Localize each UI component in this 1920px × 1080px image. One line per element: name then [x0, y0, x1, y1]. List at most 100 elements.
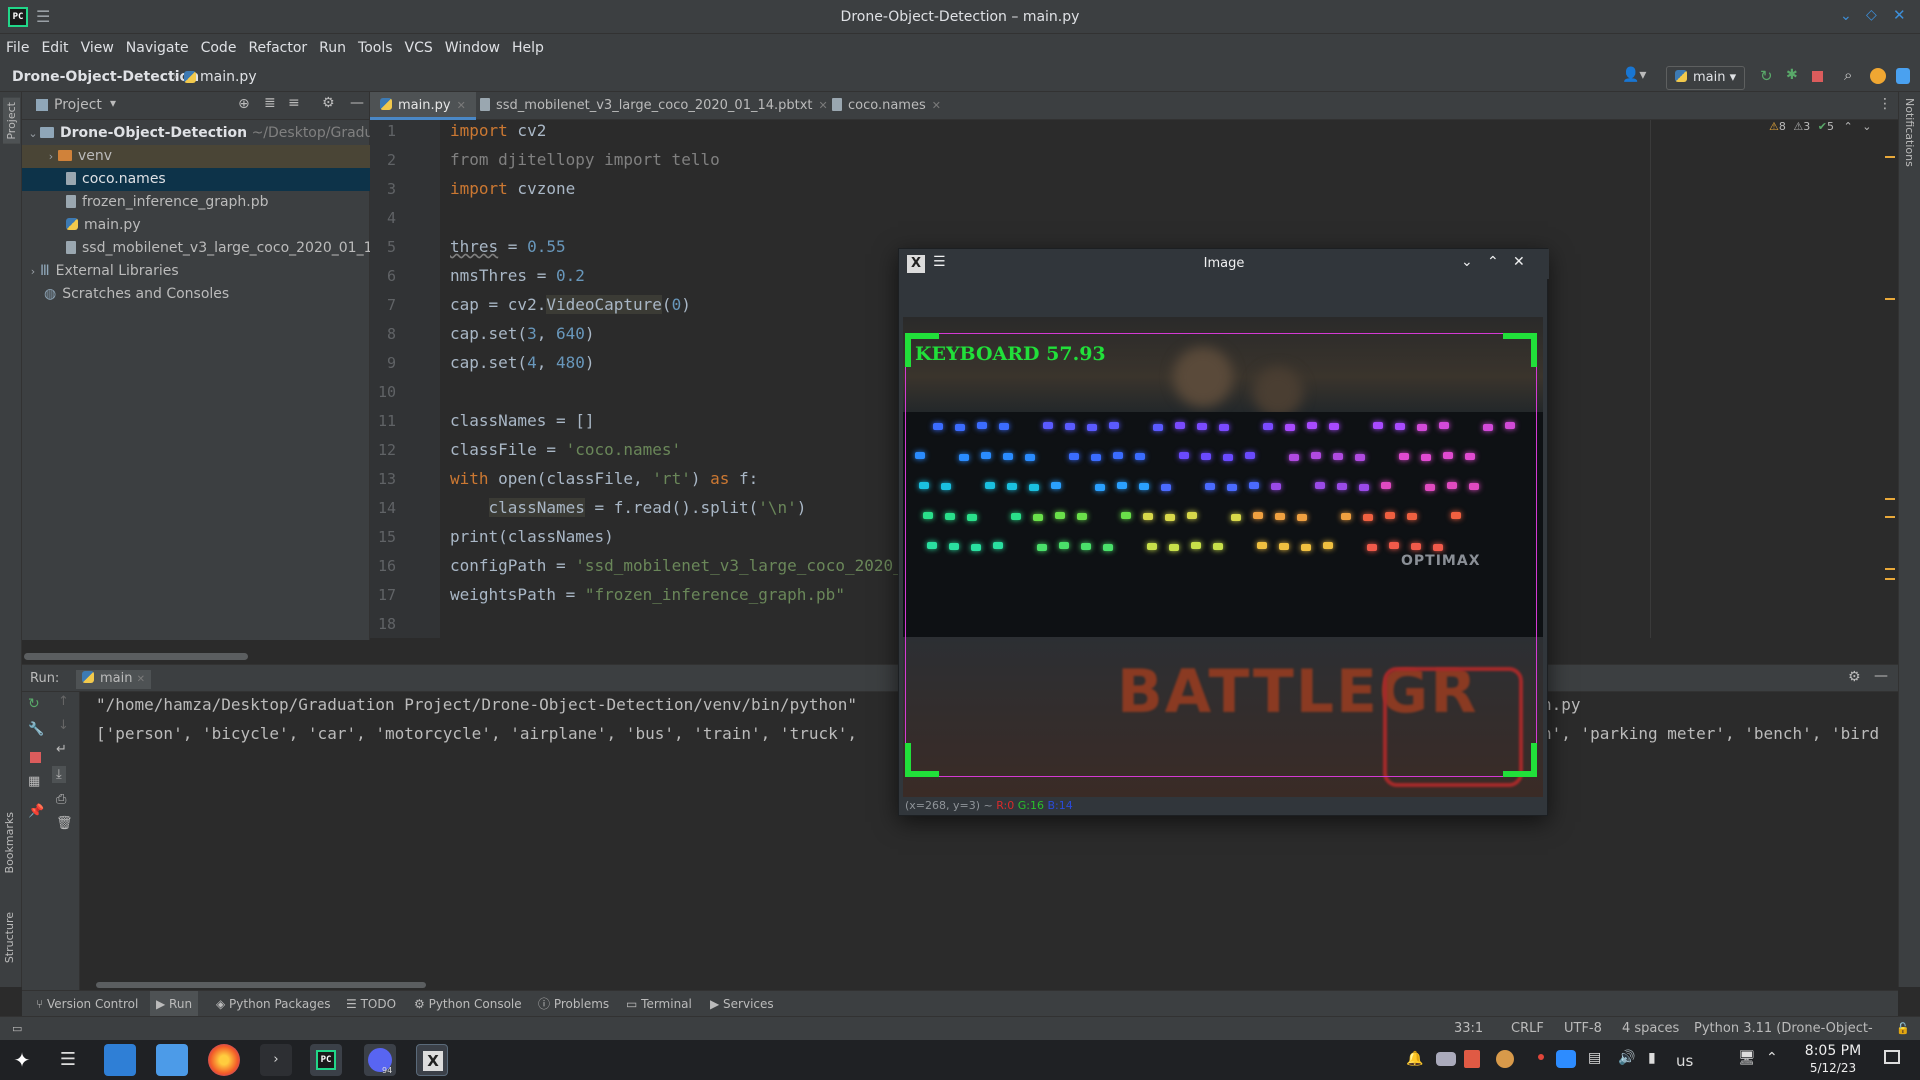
- layout-icon[interactable]: ▭: [12, 1017, 22, 1041]
- close-icon[interactable]: ✕: [1513, 254, 1525, 270]
- app-launcher-icon[interactable]: ✦: [6, 1044, 38, 1076]
- inspection-widget[interactable]: ⚠8 ⚠3 ✔5 ⌃ ⌄: [1769, 120, 1871, 133]
- system-settings-icon[interactable]: ☰: [52, 1044, 84, 1076]
- tree-item-coco-names[interactable]: coco.names: [22, 168, 370, 191]
- pycharm-taskbar-icon[interactable]: PC: [310, 1044, 342, 1076]
- notifications-icon[interactable]: 🔔: [1406, 1051, 1423, 1067]
- breadcrumb-file[interactable]: main.py: [200, 62, 257, 92]
- close-tab-icon[interactable]: ✕: [457, 99, 466, 112]
- menu-edit[interactable]: Edit: [35, 34, 74, 62]
- gear-icon[interactable]: ⚙: [1848, 669, 1861, 685]
- network-icon[interactable]: 🖥: [1738, 1050, 1756, 1066]
- status-position[interactable]: 33:1: [1454, 1017, 1483, 1041]
- structure-tool-tab[interactable]: Structure: [3, 912, 16, 963]
- horizontal-scrollbar[interactable]: [96, 982, 426, 988]
- menu-refactor[interactable]: Refactor: [242, 34, 313, 62]
- horizontal-scrollbar[interactable]: [24, 653, 248, 660]
- close-icon[interactable]: ✕: [1893, 6, 1906, 24]
- menu-view[interactable]: View: [75, 34, 120, 62]
- stop-icon[interactable]: [1812, 71, 1823, 82]
- more-tabs-icon[interactable]: ⋮: [1878, 96, 1892, 112]
- image-window-titlebar[interactable]: X ☰ Image ⌄ ⌃ ✕: [899, 249, 1549, 279]
- run-tab-main[interactable]: main ✕: [76, 670, 152, 689]
- run-configuration-select[interactable]: main ▾: [1666, 66, 1746, 90]
- tab-pbtxt[interactable]: ssd_mobilenet_v3_large_coco_2020_01_14.p…: [470, 92, 838, 120]
- firefox-icon[interactable]: [208, 1044, 240, 1076]
- terminal-icon[interactable]: ›: [260, 1044, 292, 1076]
- image-window[interactable]: X ☰ Image ⌄ ⌃ ✕ OPTIMAX BATTLEGR KEYBOAR…: [898, 248, 1549, 816]
- collapse-all-icon[interactable]: ≡: [288, 95, 300, 111]
- lock-icon[interactable]: 🔓: [1896, 1017, 1910, 1041]
- chevron-right-icon[interactable]: ›: [44, 145, 58, 168]
- close-tab-icon[interactable]: ✕: [932, 99, 941, 112]
- battery-icon[interactable]: ▮: [1648, 1050, 1656, 1066]
- tool-run[interactable]: ▶ Run: [150, 991, 199, 1017]
- scroll-to-end-icon[interactable]: ⤓: [52, 766, 66, 783]
- print-icon[interactable]: ⎙: [56, 792, 66, 807]
- tool-terminal[interactable]: ▭ Terminal: [626, 991, 692, 1017]
- soft-wrap-icon[interactable]: ↵: [56, 742, 67, 757]
- tool-todo[interactable]: ☰ TODO: [346, 991, 396, 1017]
- rerun-icon[interactable]: ↻: [28, 696, 40, 712]
- warning-marker[interactable]: [1885, 568, 1895, 570]
- project-tool-tab[interactable]: Project: [3, 98, 20, 144]
- maximize-icon[interactable]: ◇: [1866, 7, 1877, 23]
- keyboard-layout[interactable]: us: [1676, 1052, 1693, 1070]
- menu-tools[interactable]: Tools: [352, 34, 399, 62]
- tree-item-scratches[interactable]: ◍ Scratches and Consoles: [22, 283, 370, 306]
- status-line-separator[interactable]: CRLF: [1511, 1017, 1544, 1041]
- chevron-right-icon[interactable]: ›: [26, 260, 40, 283]
- tree-item-pbtxt[interactable]: ssd_mobilenet_v3_large_coco_2020_01_14.p…: [22, 237, 370, 260]
- tool-python-console[interactable]: ⚙ Python Console: [414, 991, 522, 1017]
- chevron-down-icon[interactable]: ▾: [110, 96, 116, 110]
- notifications-tool-tab[interactable]: Notifications: [1903, 98, 1916, 167]
- rerun-icon[interactable]: ↻: [1760, 67, 1773, 85]
- tree-item-main-py[interactable]: main.py: [22, 214, 370, 237]
- tool-version-control[interactable]: ⑂ Version Control: [36, 991, 138, 1017]
- arrow-up-icon[interactable]: ↑: [58, 694, 69, 709]
- shield-icon[interactable]: [1896, 68, 1910, 84]
- volume-icon[interactable]: 🔊: [1618, 1050, 1635, 1066]
- maximize-icon[interactable]: ⌃: [1487, 254, 1499, 270]
- warning-marker[interactable]: [1885, 516, 1895, 518]
- expand-all-icon[interactable]: ≣: [264, 95, 276, 111]
- menu-window[interactable]: Window: [439, 34, 506, 62]
- clipboard-icon[interactable]: ▤: [1588, 1050, 1601, 1066]
- warning-marker[interactable]: [1885, 498, 1895, 500]
- stop-icon[interactable]: [30, 752, 41, 763]
- bookmarks-tool-tab[interactable]: Bookmarks: [3, 812, 16, 873]
- tree-root[interactable]: ⌄ Drone-Object-Detection ~/Desktop/Gradua…: [22, 122, 370, 145]
- tree-item-frozen-graph[interactable]: frozen_inference_graph.pb: [22, 191, 370, 214]
- menu-help[interactable]: Help: [506, 34, 550, 62]
- clock-date[interactable]: 5/12/23: [1798, 1061, 1868, 1075]
- next-highlight-icon[interactable]: ⌄: [1862, 120, 1871, 133]
- warning-marker[interactable]: [1885, 298, 1895, 300]
- menu-code[interactable]: Code: [195, 34, 243, 62]
- show-desktop-icon[interactable]: [1884, 1050, 1900, 1064]
- app-tray-icon[interactable]: [1464, 1050, 1480, 1068]
- tool-python-packages[interactable]: ◈ Python Packages: [216, 991, 330, 1017]
- discover-icon[interactable]: [104, 1044, 136, 1076]
- camera-frame[interactable]: OPTIMAX BATTLEGR KEYBOARD 57.93: [903, 317, 1543, 797]
- user-icon[interactable]: 👤▾: [1622, 67, 1646, 83]
- previous-highlight-icon[interactable]: ⌃: [1843, 120, 1852, 133]
- search-icon[interactable]: ⌕: [1844, 66, 1852, 84]
- trash-icon[interactable]: 🗑: [56, 816, 73, 831]
- status-indent[interactable]: 4 spaces: [1622, 1017, 1679, 1041]
- chevron-down-icon[interactable]: ⌄: [26, 122, 40, 145]
- tree-item-external-libraries[interactable]: › Ⅲ External Libraries: [22, 260, 370, 283]
- warning-marker[interactable]: [1885, 578, 1895, 580]
- tray-app-icon[interactable]: [1496, 1050, 1514, 1068]
- tree-item-venv[interactable]: › venv: [22, 145, 370, 168]
- minimize-icon[interactable]: ⌄: [1461, 254, 1473, 270]
- tab-coco-names[interactable]: coco.names ✕: [822, 92, 951, 120]
- menu-vcs[interactable]: VCS: [399, 34, 439, 62]
- layout-icon[interactable]: ▦: [28, 774, 40, 789]
- arrow-down-icon[interactable]: ↓: [58, 718, 69, 733]
- menu-navigate[interactable]: Navigate: [120, 34, 195, 62]
- minimize-icon[interactable]: ⌄: [1840, 8, 1852, 24]
- file-manager-icon[interactable]: [156, 1044, 188, 1076]
- project-panel-title[interactable]: Project: [54, 97, 102, 113]
- locate-icon[interactable]: ⊕: [238, 96, 250, 112]
- pin-icon[interactable]: 📌: [28, 804, 44, 819]
